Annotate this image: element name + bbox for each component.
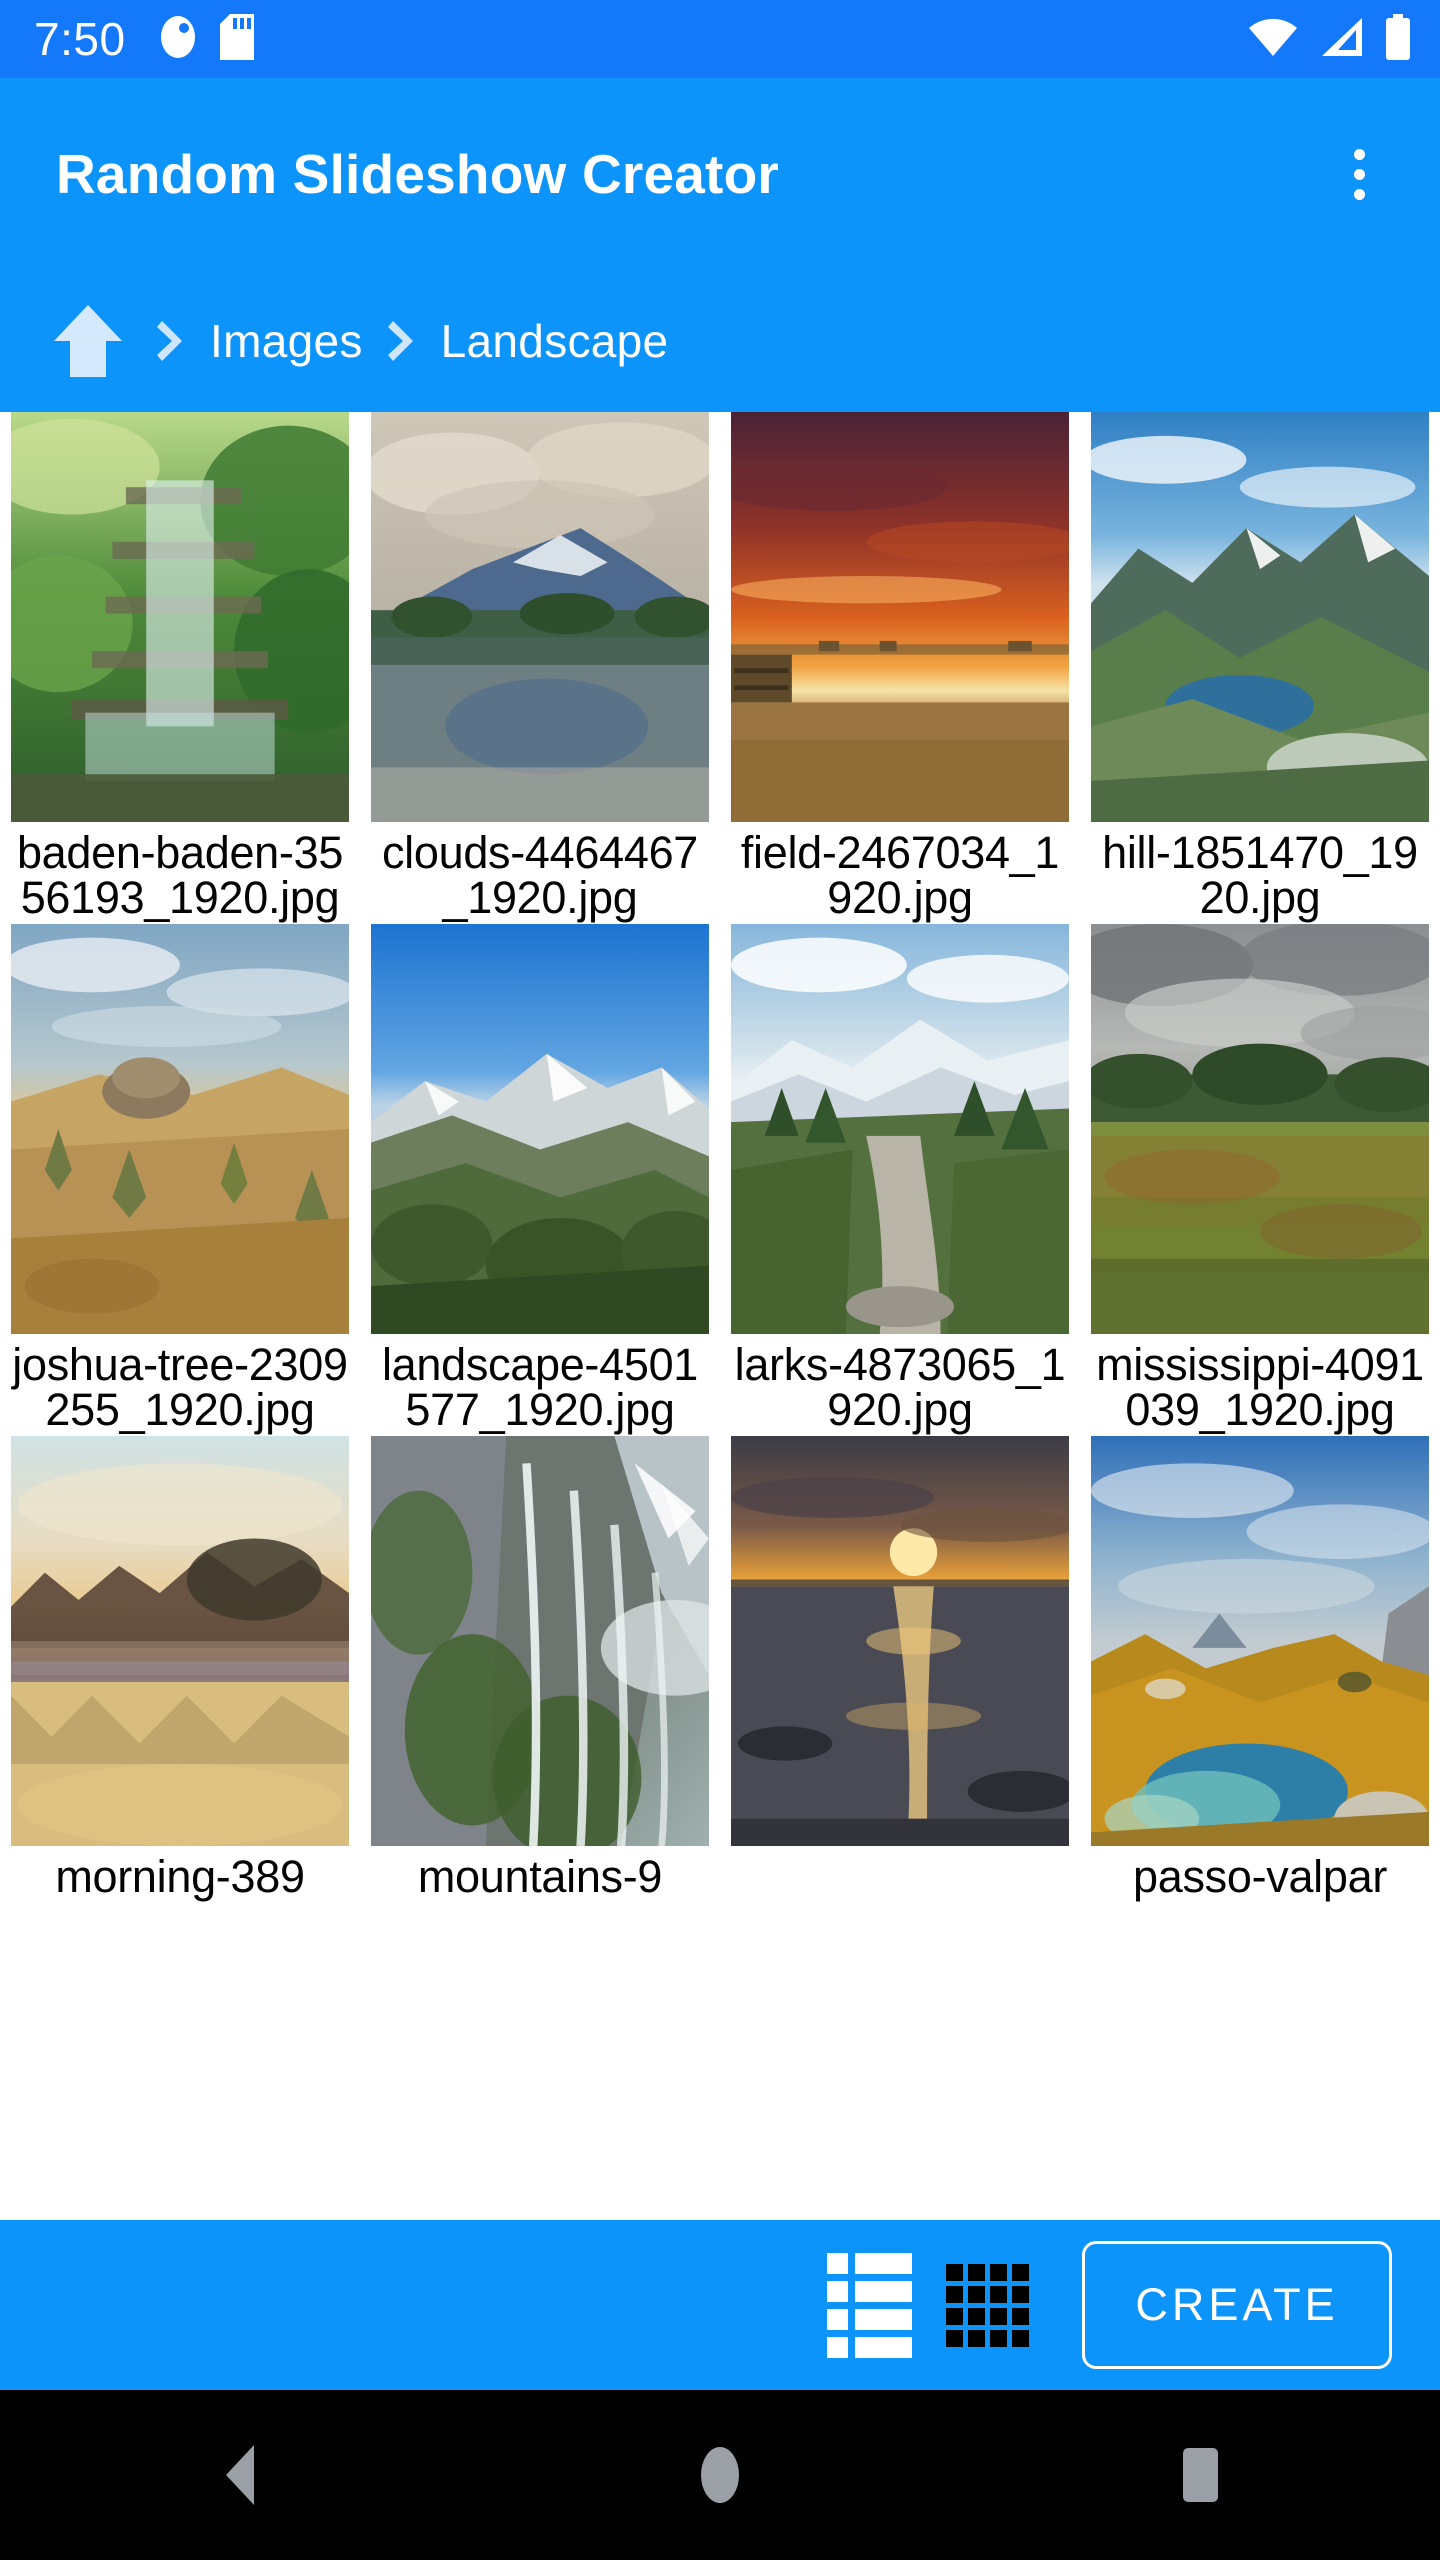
image-filename-label: baden-baden-3556193_1920.jpg [16, 827, 344, 923]
image-filename-label: larks-4873065_1920.jpg [734, 1339, 1066, 1435]
image-filename-label: passo-valpar [1132, 1851, 1388, 1902]
breadcrumb-item-images[interactable]: Images [200, 318, 373, 364]
image-thumbnail[interactable] [11, 1436, 349, 1846]
status-left-icons [158, 13, 254, 65]
image-thumbnail[interactable] [371, 924, 709, 1334]
image-grid-item[interactable]: clouds-4464467_1920.jpg [360, 412, 720, 924]
image-thumbnail[interactable] [1091, 924, 1429, 1334]
image-thumbnail[interactable] [11, 412, 349, 822]
image-thumbnail[interactable] [11, 924, 349, 1334]
image-filename-label [731, 1846, 1069, 1858]
app-bar: Random Slideshow Creator [0, 78, 1440, 270]
sd-card-icon [219, 13, 254, 65]
page-title: Random Slideshow Creator [56, 142, 779, 205]
image-grid-item[interactable]: field-2467034_1920.jpg [720, 412, 1080, 924]
image-grid-item[interactable]: larks-4873065_1920.jpg [720, 924, 1080, 1436]
image-thumbnail[interactable] [731, 412, 1069, 822]
breadcrumb: Images Landscape [0, 270, 1440, 412]
create-button[interactable]: CREATE [1082, 2241, 1392, 2369]
image-filename-label: mountains-9 [417, 1851, 663, 1902]
home-icon[interactable] [34, 301, 142, 381]
image-grid-item[interactable]: passo-valpar [1080, 1436, 1440, 1903]
status-bar: 7:50 [0, 0, 1440, 78]
battery-icon [1384, 13, 1412, 65]
grid-view-icon[interactable] [928, 2246, 1046, 2364]
image-filename-label: hill-1851470_1920.jpg [1102, 827, 1418, 923]
image-grid-item[interactable]: morning-389 [0, 1436, 360, 1903]
image-grid-item[interactable]: hill-1851470_1920.jpg [1080, 412, 1440, 924]
image-filename-label: morning-389 [55, 1851, 305, 1902]
image-filename-label: landscape-4501577_1920.jpg [381, 1339, 699, 1435]
breadcrumb-item-landscape[interactable]: Landscape [431, 318, 679, 364]
system-nav-bar [0, 2390, 1440, 2560]
image-thumbnail[interactable] [371, 412, 709, 822]
image-grid-item[interactable]: mississippi-4091039_1920.jpg [1080, 924, 1440, 1436]
more-vert-icon[interactable] [1316, 131, 1402, 217]
image-grid: baden-baden-3556193_1920.jpg clouds-4464… [0, 412, 1440, 1903]
home-circle-icon[interactable] [620, 2390, 820, 2560]
wifi-icon [1248, 16, 1298, 63]
image-filename-label: field-2467034_1920.jpg [740, 827, 1060, 923]
image-filename-label: clouds-4464467_1920.jpg [381, 827, 699, 923]
chevron-right-icon [373, 318, 431, 364]
image-thumbnail[interactable] [731, 1436, 1069, 1846]
status-clock: 7:50 [34, 13, 126, 65]
image-grid-item[interactable]: landscape-4501577_1920.jpg [360, 924, 720, 1436]
image-grid-item[interactable]: mountains-9 [360, 1436, 720, 1903]
back-triangle-icon[interactable] [140, 2390, 340, 2560]
image-thumbnail[interactable] [1091, 412, 1429, 822]
image-grid-scroll[interactable]: baden-baden-3556193_1920.jpg clouds-4464… [0, 412, 1440, 2220]
image-grid-item[interactable]: baden-baden-3556193_1920.jpg [0, 412, 360, 924]
image-thumbnail[interactable] [371, 1436, 709, 1846]
recents-square-icon[interactable] [1100, 2390, 1300, 2560]
image-thumbnail[interactable] [1091, 1436, 1429, 1846]
contact-photo-icon [158, 15, 198, 64]
image-grid-item[interactable] [720, 1436, 1080, 1903]
cell-signal-icon [1318, 16, 1364, 63]
chevron-right-icon [142, 318, 200, 364]
image-thumbnail[interactable] [731, 924, 1069, 1334]
image-filename-label: mississippi-4091039_1920.jpg [1096, 1339, 1424, 1435]
image-filename-label: joshua-tree-2309255_1920.jpg [12, 1339, 348, 1435]
bottom-bar: CREATE [0, 2220, 1440, 2390]
image-grid-item[interactable]: joshua-tree-2309255_1920.jpg [0, 924, 360, 1436]
app-root: 7:50 Random Slideshow Creator Images Lan… [0, 0, 1440, 2560]
status-right-icons [1248, 13, 1412, 65]
list-view-icon[interactable] [810, 2246, 928, 2364]
